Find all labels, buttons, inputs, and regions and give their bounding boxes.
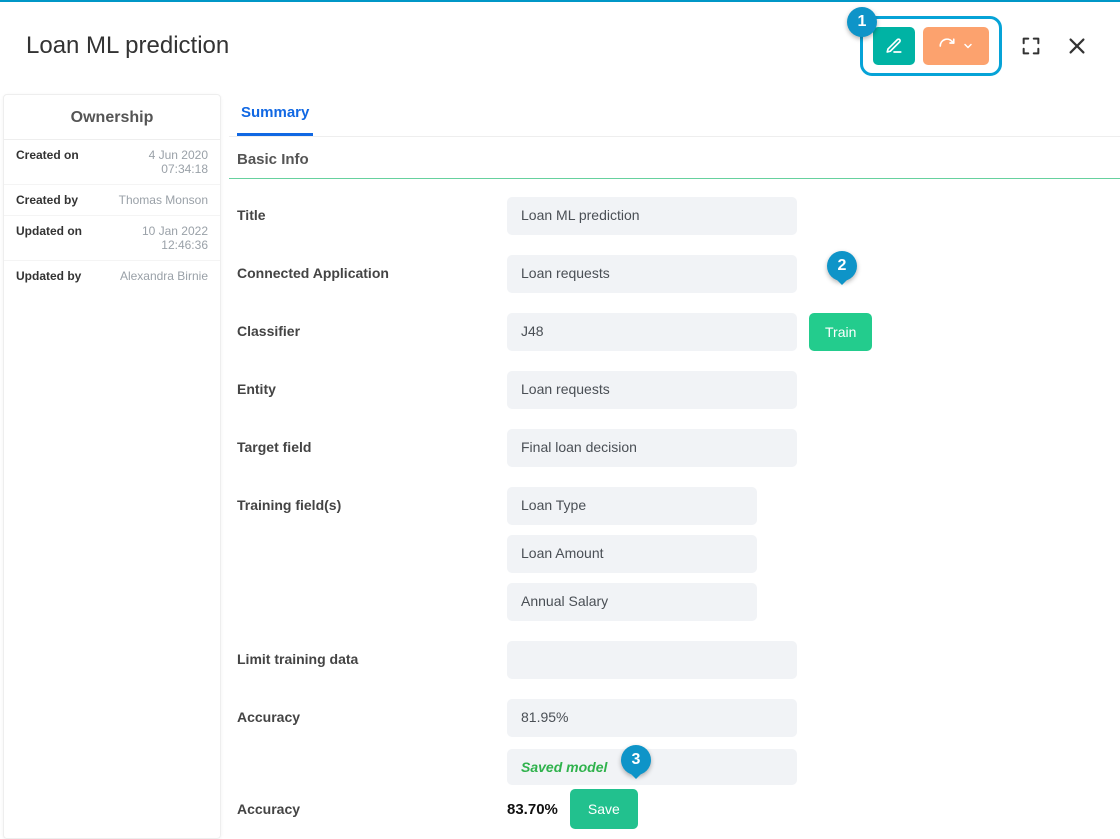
row-classifier: Classifier J48 Train: [237, 303, 1112, 361]
value-title: Loan ML prediction: [507, 197, 797, 235]
row-title: Title Loan ML prediction: [237, 187, 1112, 245]
callout-2: 2: [827, 251, 857, 281]
value-training-field-0: Loan Type: [507, 487, 757, 525]
train-button[interactable]: Train: [809, 313, 872, 351]
ownership-row-updated-on: Updated on 10 Jan 2022 12:46:36: [4, 215, 220, 260]
refresh-icon: [938, 37, 956, 55]
ownership-row-updated-by: Updated by Alexandra Birnie: [4, 260, 220, 291]
label-target-field: Target field: [237, 429, 507, 455]
ownership-card: Ownership Created on 4 Jun 2020 07:34:18…: [3, 94, 221, 839]
fullscreen-button[interactable]: [1014, 29, 1048, 63]
main: Ownership Created on 4 Jun 2020 07:34:18…: [0, 94, 1120, 839]
row-training-fields: Training field(s) Loan Type Loan Amount …: [237, 477, 1112, 631]
close-button[interactable]: [1060, 29, 1094, 63]
label-limit-training-data: Limit training data: [237, 641, 507, 667]
ownership-row-created-by: Created by Thomas Monson: [4, 184, 220, 215]
value-training-field-2: Annual Salary: [507, 583, 757, 621]
value-entity: Loan requests: [507, 371, 797, 409]
ownership-value: Alexandra Birnie: [120, 269, 208, 283]
callout-1: 1: [847, 7, 877, 37]
label-connected-application: Connected Application: [237, 255, 507, 281]
ownership-value: 10 Jan 2022 12:46:36: [142, 224, 208, 252]
row-entity: Entity Loan requests: [237, 361, 1112, 419]
header: Loan ML prediction 1: [0, 2, 1120, 94]
value-training-field-1: Loan Amount: [507, 535, 757, 573]
expand-icon: [1020, 35, 1042, 57]
form: Title Loan ML prediction Connected Appli…: [229, 179, 1120, 839]
label-empty: [237, 749, 507, 759]
ownership-value: 4 Jun 2020 07:34:18: [149, 148, 208, 176]
label-title: Title: [237, 197, 507, 223]
row-accuracy: Accuracy 81.95%: [237, 689, 1112, 747]
value-accuracy: 81.95%: [507, 699, 797, 737]
ownership-title: Ownership: [4, 95, 220, 140]
row-target-field: Target field Final loan decision: [237, 419, 1112, 477]
row-limit-training-data: Limit training data: [237, 631, 1112, 689]
ownership-label: Created by: [16, 193, 78, 207]
section-basic-info: Basic Info: [229, 137, 1120, 179]
ownership-label: Updated by: [16, 269, 81, 283]
value-classifier: J48: [507, 313, 797, 351]
label-training-fields: Training field(s): [237, 487, 507, 513]
value-target-field: Final loan decision: [507, 429, 797, 467]
saved-model-banner: Saved model: [507, 749, 797, 785]
edit-button[interactable]: [873, 27, 915, 65]
label-classifier: Classifier: [237, 313, 507, 339]
row-connected-application: Connected Application Loan requests 2: [237, 245, 1112, 303]
toolbar-highlight: 1: [860, 16, 1002, 76]
value-accuracy-2: 83.70%: [507, 801, 558, 818]
callout-3: 3: [621, 745, 651, 775]
pencil-icon: [885, 37, 903, 55]
label-entity: Entity: [237, 371, 507, 397]
value-limit-training-data: [507, 641, 797, 679]
ownership-value: Thomas Monson: [119, 193, 208, 207]
label-accuracy: Accuracy: [237, 699, 507, 725]
tabs: Summary: [229, 94, 1120, 137]
label-accuracy-2: Accuracy: [237, 789, 507, 817]
close-icon: [1066, 35, 1088, 57]
ownership-row-created-on: Created on 4 Jun 2020 07:34:18: [4, 140, 220, 184]
header-actions: 1: [860, 16, 1094, 76]
refresh-dropdown-button[interactable]: [923, 27, 989, 65]
ownership-label: Created on: [16, 148, 79, 162]
tab-summary[interactable]: Summary: [237, 94, 313, 136]
save-button[interactable]: Save: [570, 789, 638, 829]
ownership-label: Updated on: [16, 224, 82, 238]
row-accuracy-2: Accuracy 83.70% Save: [237, 789, 1112, 839]
page-title: Loan ML prediction: [26, 32, 229, 60]
row-saved-model: Saved model 3: [237, 747, 1112, 789]
content: Summary Basic Info Title Loan ML predict…: [229, 94, 1120, 839]
value-connected-application: Loan requests: [507, 255, 797, 293]
chevron-down-icon: [962, 40, 974, 52]
